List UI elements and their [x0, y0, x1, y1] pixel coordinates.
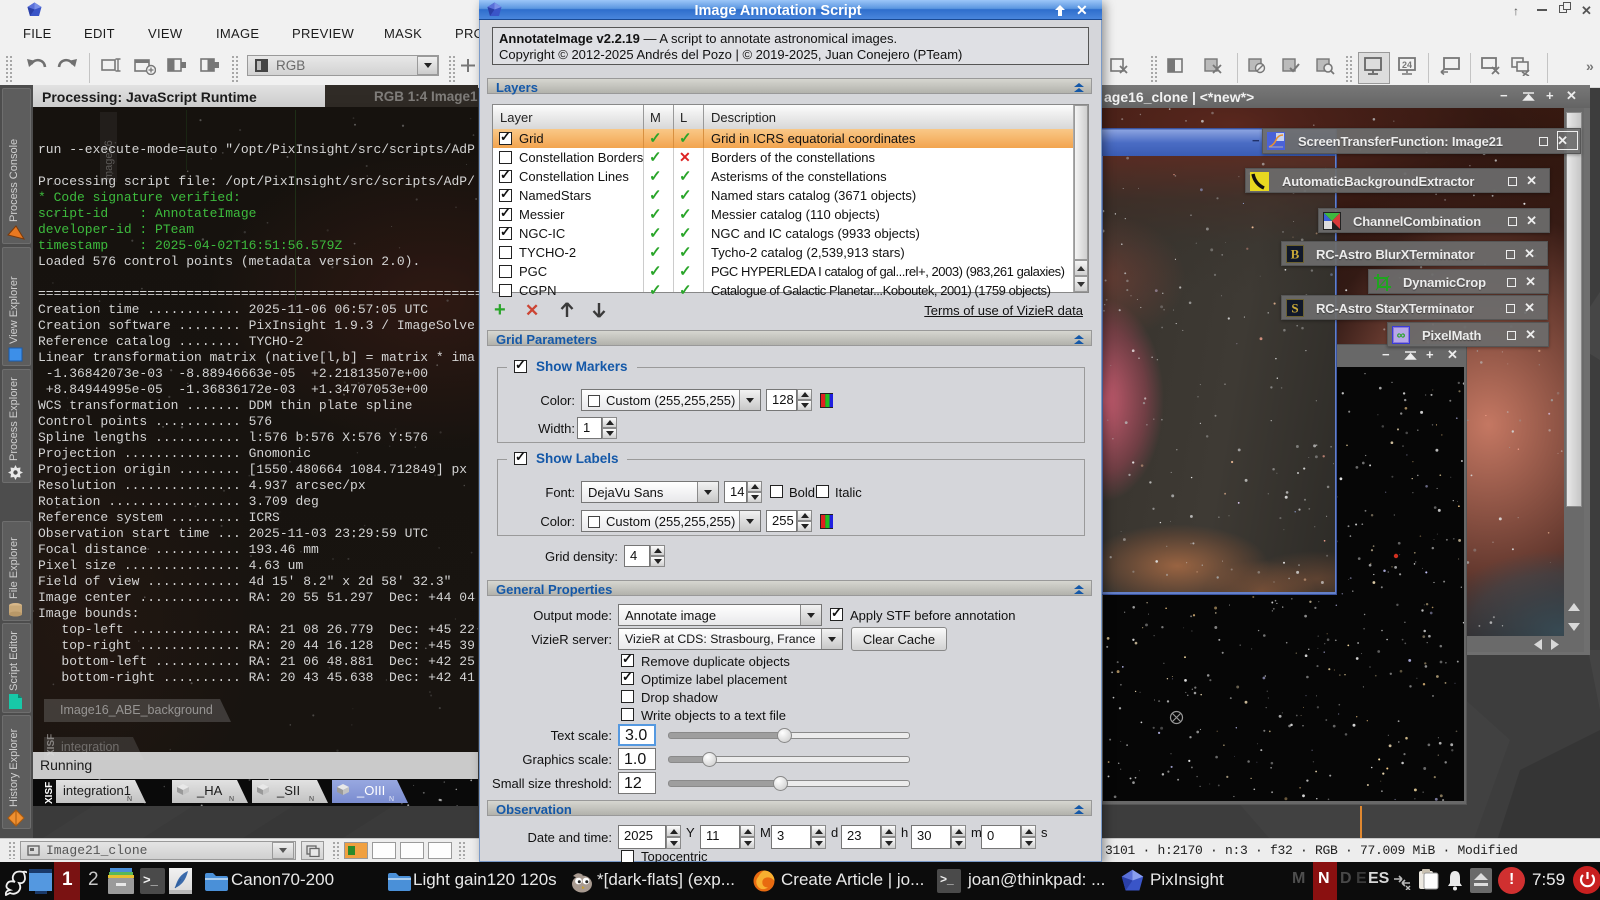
- svg-text:S: S: [1291, 301, 1298, 316]
- svg-text:24: 24: [1402, 60, 1412, 70]
- svg-text:B: B: [1291, 247, 1300, 262]
- svg-text:∞: ∞: [1397, 328, 1406, 342]
